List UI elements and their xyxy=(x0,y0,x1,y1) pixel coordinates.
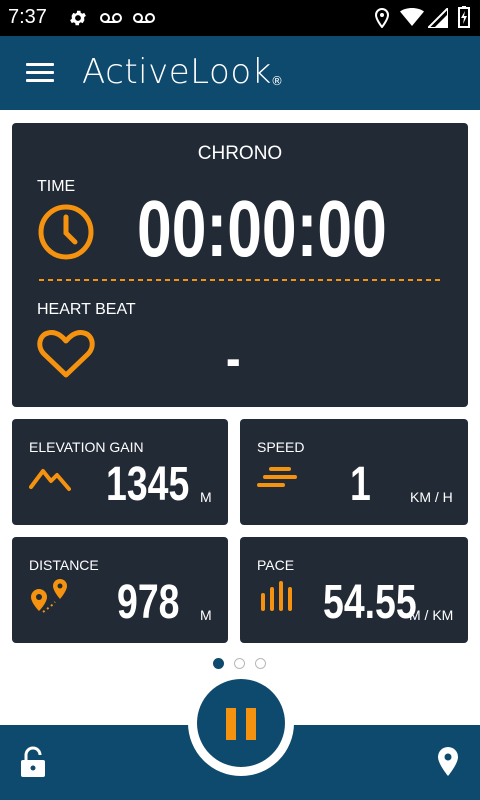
settings-icon xyxy=(70,10,86,26)
menu-icon-line xyxy=(26,71,54,74)
page-dot-1[interactable] xyxy=(213,658,224,669)
pace-unit: M / KM xyxy=(409,607,454,623)
page-dot-3[interactable] xyxy=(255,658,266,669)
lock-icon[interactable] xyxy=(19,746,47,778)
map-pin-icon[interactable] xyxy=(436,746,460,778)
pace-value: 54.55 xyxy=(323,576,417,629)
status-time: 7:37 xyxy=(8,6,47,28)
time-value: 00:00:00 xyxy=(137,184,387,273)
heart-beat-label: HEART BEAT xyxy=(37,301,136,318)
distance-card: DISTANCE 978 M xyxy=(12,537,228,643)
location-icon xyxy=(374,8,390,28)
pause-icon xyxy=(226,708,236,740)
speed-unit: KM / H xyxy=(410,489,453,505)
signal-icon xyxy=(428,8,448,28)
distance-value: 978 xyxy=(117,576,180,629)
pace-card: PACE 54.55 M / KM xyxy=(240,537,468,643)
route-pin-icon xyxy=(31,579,67,613)
elevation-label: ELEVATION GAIN xyxy=(29,439,144,455)
elevation-unit: M xyxy=(200,489,212,505)
time-label: TIME xyxy=(37,178,76,195)
pace-bars-icon xyxy=(261,581,292,611)
distance-label: DISTANCE xyxy=(29,557,99,573)
pause-icon xyxy=(246,708,256,740)
chrono-card: CHRONO TIME 00:00:00 HEART BEAT - xyxy=(12,123,468,407)
speed-lines-icon xyxy=(257,467,297,487)
page-dot-2[interactable] xyxy=(234,658,245,669)
divider xyxy=(39,279,441,281)
status-bar: 7:37 xyxy=(0,0,480,36)
voicemail-icon xyxy=(133,13,155,23)
wifi-icon xyxy=(400,8,424,26)
pace-label: PACE xyxy=(257,557,295,573)
brand-logo: ActiveLook xyxy=(82,52,272,92)
app-bar: ActiveLook ® xyxy=(0,36,480,110)
elevation-card: ELEVATION GAIN 1345 M xyxy=(12,419,228,525)
menu-icon-line xyxy=(26,63,54,66)
speed-value: 1 xyxy=(350,458,371,511)
heart-icon xyxy=(37,330,95,378)
elevation-value: 1345 xyxy=(106,458,190,511)
battery-charging-icon xyxy=(458,6,470,28)
pause-button[interactable] xyxy=(197,679,285,767)
mountain-icon xyxy=(29,469,71,491)
clock-icon xyxy=(38,204,94,260)
brand-registered-mark: ® xyxy=(271,74,283,88)
chrono-title: CHRONO xyxy=(197,143,283,164)
distance-unit: M xyxy=(200,607,212,623)
menu-button[interactable] xyxy=(24,60,56,86)
heart-beat-value: - xyxy=(226,326,241,389)
voicemail-icon xyxy=(100,13,122,23)
speed-card: SPEED 1 KM / H xyxy=(240,419,468,525)
speed-label: SPEED xyxy=(257,439,305,455)
menu-icon-line xyxy=(26,79,54,82)
